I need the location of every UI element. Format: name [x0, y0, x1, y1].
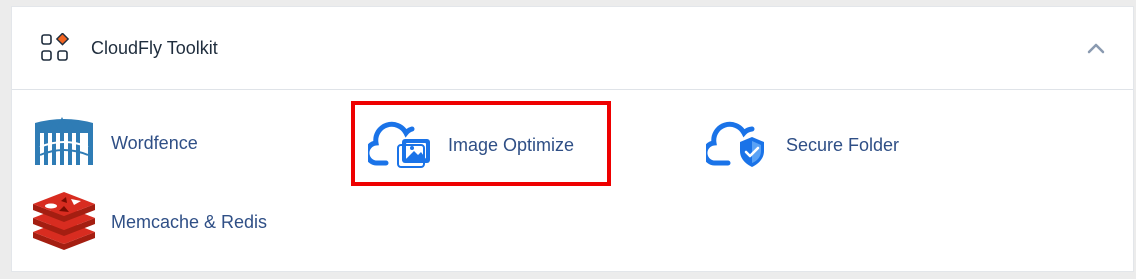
panel-title: CloudFly Toolkit — [91, 38, 218, 58]
tool-memcache-redis[interactable]: Memcache & Redis — [31, 192, 291, 252]
highlight-box — [351, 101, 611, 186]
tool-label: Wordfence — [111, 133, 198, 153]
wordfence-icon — [31, 113, 97, 173]
tool-secure-folder[interactable]: Secure Folder — [702, 115, 936, 175]
panel-header[interactable]: CloudFly Toolkit — [12, 7, 1133, 90]
tool-wordfence[interactable]: Wordfence — [31, 113, 231, 173]
tool-label: Memcache & Redis — [111, 212, 268, 232]
redis-icon — [31, 192, 97, 252]
toolkit-grid-icon — [40, 32, 70, 63]
tool-label: Secure Folder — [786, 135, 900, 155]
secure-folder-icon — [702, 115, 772, 175]
chevron-up-icon[interactable] — [1084, 37, 1108, 61]
cloudfly-toolkit-panel: CloudFly Toolkit Wordfence Image Optimiz… — [11, 6, 1134, 272]
